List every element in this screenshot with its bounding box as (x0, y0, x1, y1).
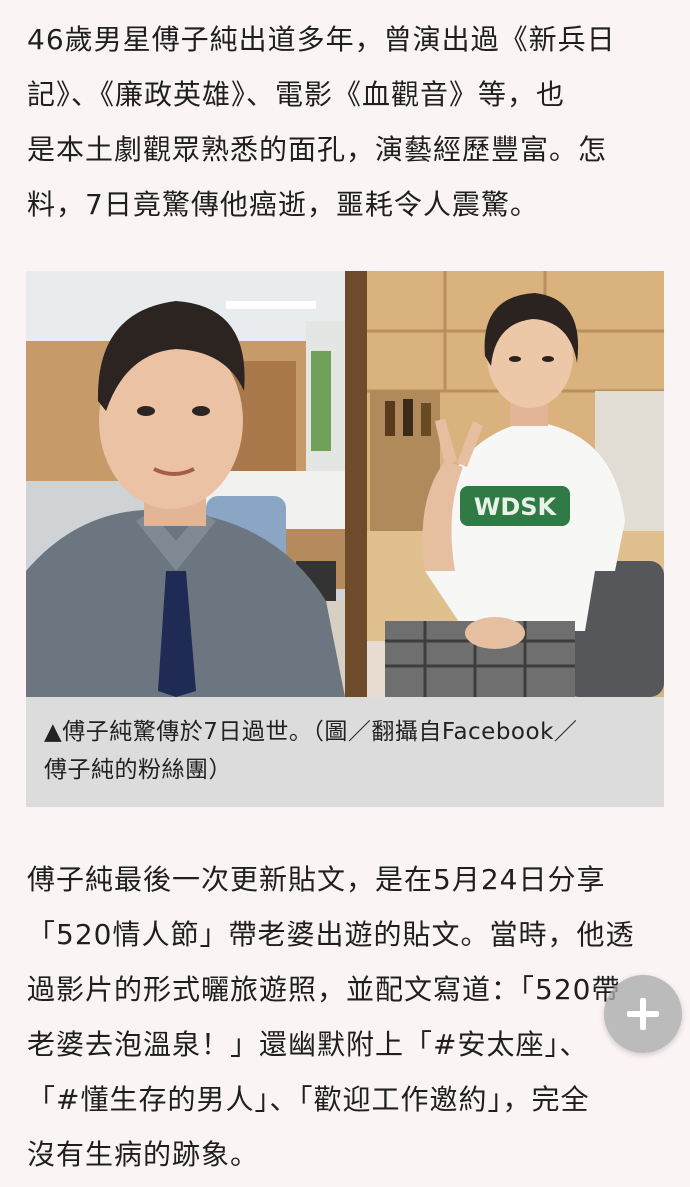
paragraph-line: 「#懂生存的男人」、「歡迎工作邀約」，完全 (27, 1083, 590, 1116)
caption-line: ▲傅子純驚傳於7日過世。（圖／翻攝自Facebook／ (44, 719, 578, 745)
paragraph-line: 傅子純最後一次更新貼文，是在5月24日分享 (27, 863, 606, 896)
paragraph-line: 46歲男星傅子純出道多年，曾演出過《新兵日 (27, 23, 616, 56)
peace-sign-photo[interactable]: WDSK (345, 271, 664, 697)
selfie-office-icon (26, 271, 345, 697)
figure-caption: ▲傅子純驚傳於7日過世。（圖／翻攝自Facebook／ 傅子純的粉絲團） (44, 713, 654, 789)
paragraph-line: 料，7日竟驚傳他癌逝，噩耗令人震驚。 (27, 188, 539, 221)
floating-add-button[interactable] (604, 975, 682, 1053)
intro-paragraph: 46歲男星傅子純出道多年，曾演出過《新兵日 記》、《廉政英雄》、電影《血觀音》等… (27, 12, 667, 232)
shirt-print: WDSK (474, 493, 558, 521)
article-figure: WDSK ▲傅子純驚傳於7日過世。（圖／翻攝自Facebook／ 傅子純的粉絲團… (26, 271, 664, 807)
paragraph-line: 老婆去泡溫泉！」還幽默附上「#安太座」、 (27, 1028, 589, 1061)
paragraph-line: 沒有生病的跡象。 (27, 1138, 260, 1171)
paragraph-line: 過影片的形式曬旅遊照，並配文寫道：「520帶 (27, 973, 621, 1006)
article: 46歲男星傅子純出道多年，曾演出過《新兵日 記》、《廉政英雄》、電影《血觀音》等… (0, 0, 690, 1187)
peace-sign-portrait-icon: WDSK (345, 271, 664, 697)
paragraph-line: 是本土劇觀眾熟悉的面孔，演藝經歷豐富。怎 (27, 133, 608, 166)
paragraph-line: 記》、《廉政英雄》、電影《血觀音》等，也 (27, 78, 566, 111)
body-paragraph: 傅子純最後一次更新貼文，是在5月24日分享 「520情人節」帶老婆出遊的貼文。當… (27, 852, 667, 1182)
paragraph-line: 「520情人節」帶老婆出遊的貼文。當時，他透 (27, 918, 635, 951)
selfie-office-photo[interactable] (26, 271, 345, 697)
plus-icon (627, 998, 659, 1030)
caption-line: 傅子純的粉絲團） (44, 757, 232, 783)
